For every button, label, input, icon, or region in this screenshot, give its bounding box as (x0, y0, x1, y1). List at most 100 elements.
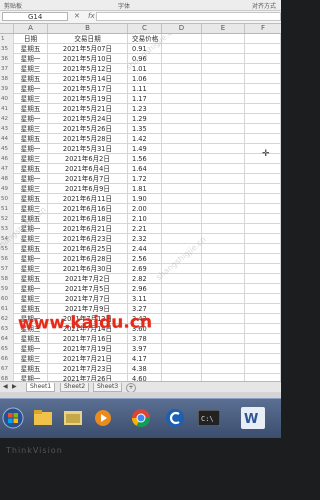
row-number[interactable]: 43 (0, 124, 14, 134)
column-header-a[interactable]: A (14, 24, 48, 33)
cell-day[interactable]: 星期一 (14, 114, 48, 124)
empty-cell[interactable] (162, 94, 202, 104)
empty-cell[interactable] (202, 64, 245, 74)
cell-trade-date[interactable]: 2021年6月9日 (48, 184, 128, 194)
cell-day[interactable]: 星期三 (14, 64, 48, 74)
empty-cell[interactable] (202, 264, 245, 274)
cell-day[interactable]: 星期一 (14, 254, 48, 264)
cell-price[interactable]: 3.78 (128, 334, 162, 344)
cell-price[interactable]: 1.42 (128, 134, 162, 144)
cell-trade-date[interactable]: 2021年5月14日 (48, 74, 128, 84)
empty-cell[interactable] (162, 324, 202, 334)
row-number[interactable]: 51 (0, 204, 14, 214)
row-number[interactable]: 48 (0, 174, 14, 184)
empty-cell[interactable] (162, 374, 202, 381)
empty-cell[interactable] (245, 54, 281, 64)
empty-cell[interactable] (202, 114, 245, 124)
column-header-f[interactable]: F (245, 24, 281, 33)
sheet-tab-2[interactable]: Sheet2 (60, 383, 90, 392)
cell-price[interactable]: 1.11 (128, 84, 162, 94)
terminal-icon[interactable]: C:\ (196, 403, 222, 433)
fx-icon[interactable]: fx (88, 12, 95, 20)
row-number[interactable]: 59 (0, 284, 14, 294)
row-number[interactable]: 42 (0, 114, 14, 124)
cell-day[interactable]: 星期五 (14, 164, 48, 174)
scroll-left-icon[interactable]: ◀ (3, 383, 8, 390)
cell-day[interactable]: 星期五 (14, 194, 48, 204)
cell-day[interactable]: 星期三 (14, 184, 48, 194)
cell-day[interactable]: 星期一 (14, 174, 48, 184)
empty-cell[interactable] (162, 274, 202, 284)
empty-cell[interactable] (202, 364, 245, 374)
empty-cell[interactable] (162, 54, 202, 64)
row-number[interactable]: 62 (0, 314, 14, 324)
cell-day[interactable]: 星期一 (14, 284, 48, 294)
cell-price[interactable]: 1.35 (128, 124, 162, 134)
wps-writer-icon[interactable]: W (240, 403, 266, 433)
cell-trade-date[interactable]: 2021年7月7日 (48, 294, 128, 304)
empty-cell[interactable] (245, 44, 281, 54)
empty-cell[interactable] (162, 224, 202, 234)
header-cell-trade-date[interactable]: 交易日期 (48, 34, 128, 44)
cell-price[interactable]: 1.17 (128, 94, 162, 104)
empty-cell[interactable] (202, 294, 245, 304)
cell-day[interactable]: 星期五 (14, 244, 48, 254)
empty-cell[interactable] (202, 44, 245, 54)
empty-cell[interactable] (245, 314, 281, 324)
empty-cell[interactable] (202, 324, 245, 334)
empty-cell[interactable] (162, 184, 202, 194)
empty-cell[interactable] (202, 314, 245, 324)
empty-cell[interactable] (202, 374, 245, 381)
empty-cell[interactable] (202, 334, 245, 344)
file-manager-icon[interactable] (60, 403, 86, 433)
cell-trade-date[interactable]: 2021年6月11日 (48, 194, 128, 204)
empty-cell[interactable] (162, 154, 202, 164)
empty-cell[interactable] (202, 94, 245, 104)
cell-day[interactable]: 星期五 (14, 44, 48, 54)
cell-trade-date[interactable]: 2021年6月16日 (48, 204, 128, 214)
empty-cell[interactable] (162, 284, 202, 294)
empty-cell[interactable] (202, 124, 245, 134)
sheet-tab-3[interactable]: Sheet3 (93, 383, 123, 392)
name-box[interactable]: G14 (2, 12, 68, 21)
empty-cell[interactable] (245, 334, 281, 344)
row-number[interactable]: 68 (0, 374, 14, 381)
row-number[interactable]: 61 (0, 304, 14, 314)
empty-cell[interactable] (245, 274, 281, 284)
empty-cell[interactable] (245, 264, 281, 274)
cell-price[interactable]: 1.72 (128, 174, 162, 184)
chrome-icon[interactable] (128, 403, 154, 433)
cell-trade-date[interactable]: 2021年5月26日 (48, 124, 128, 134)
empty-cell[interactable] (162, 84, 202, 94)
empty-cell[interactable] (245, 254, 281, 264)
cell-trade-date[interactable]: 2021年5月12日 (48, 64, 128, 74)
cell-day[interactable]: 星期一 (14, 374, 48, 381)
empty-cell[interactable] (162, 114, 202, 124)
sheet-tab-1[interactable]: Sheet1 (26, 383, 56, 392)
empty-cell[interactable] (202, 144, 245, 154)
column-header-b[interactable]: B (48, 24, 128, 33)
row-number[interactable]: 66 (0, 354, 14, 364)
cell-trade-date[interactable]: 2021年6月18日 (48, 214, 128, 224)
cell-trade-date[interactable]: 2021年5月28日 (48, 134, 128, 144)
empty-cell[interactable] (202, 174, 245, 184)
row-number[interactable]: 1 (0, 34, 14, 44)
empty-cell[interactable] (245, 204, 281, 214)
cancel-icon[interactable]: ✕ (74, 12, 80, 20)
row-number[interactable]: 38 (0, 74, 14, 84)
empty-cell[interactable] (245, 184, 281, 194)
row-number[interactable]: 64 (0, 334, 14, 344)
explorer-icon[interactable] (30, 403, 56, 433)
empty-cell[interactable] (162, 214, 202, 224)
row-number[interactable]: 37 (0, 64, 14, 74)
cell-price[interactable]: 4.38 (128, 364, 162, 374)
empty-cell[interactable] (162, 304, 202, 314)
column-header-c[interactable]: C (128, 24, 162, 33)
cell-day[interactable]: 星期五 (14, 134, 48, 144)
row-number[interactable]: 35 (0, 44, 14, 54)
cell-price[interactable]: 1.49 (128, 144, 162, 154)
empty-cell[interactable] (162, 334, 202, 344)
empty-cell[interactable] (245, 324, 281, 334)
row-number[interactable]: 67 (0, 364, 14, 374)
row-number[interactable]: 52 (0, 214, 14, 224)
